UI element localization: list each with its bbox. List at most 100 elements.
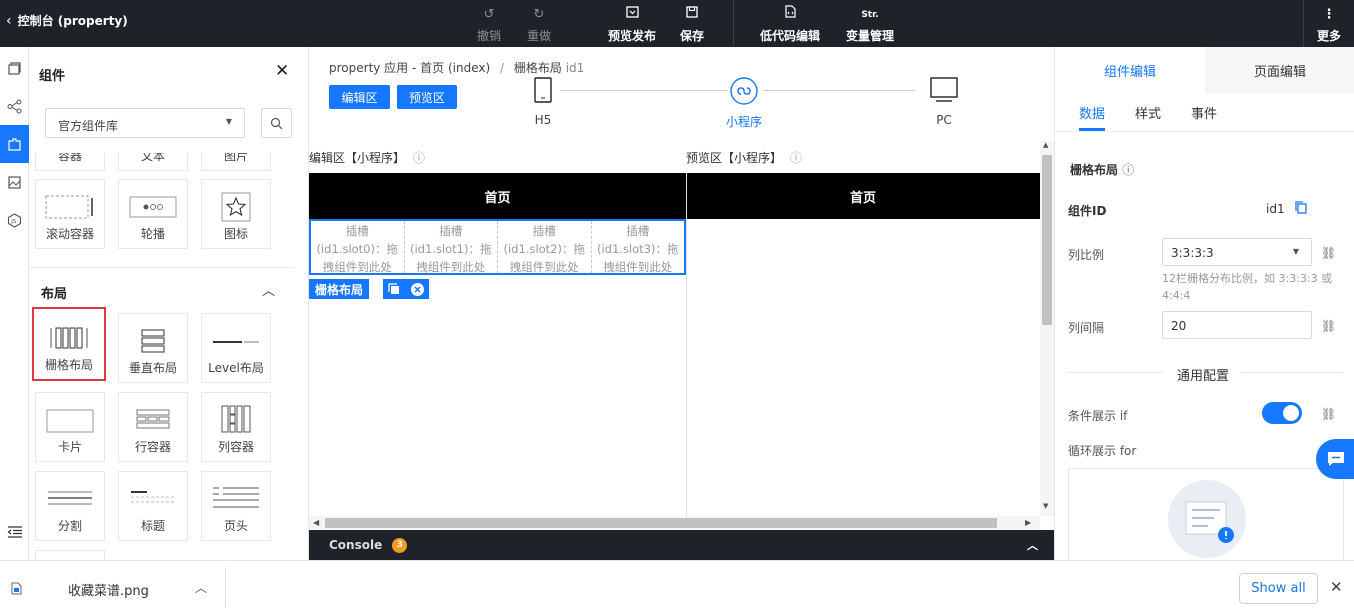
js-code-icon[interactable]: JS (0, 201, 29, 239)
component-label: 图标 (223, 227, 248, 241)
info-icon[interactable]: ⓘ (413, 151, 425, 165)
image-icon[interactable] (0, 163, 29, 201)
subtab-indicator (1079, 128, 1105, 131)
scroll-down-icon[interactable]: ▼ (1043, 502, 1048, 510)
row-container-icon (119, 409, 187, 429)
close-icon[interactable]: ✕ (1330, 578, 1343, 596)
scroll-up-icon[interactable]: ▲ (1043, 141, 1048, 149)
edit-area-header: 编辑区【小程序】 ⓘ (309, 149, 425, 166)
library-select[interactable]: 官方组件库 ▼ (45, 108, 245, 138)
lowcode-edit-button[interactable]: 低代码编辑 (757, 2, 823, 44)
component-card[interactable]: 卡片 (35, 392, 105, 462)
back-button[interactable]: ‹ 控制台 (property) (6, 12, 128, 29)
more-button[interactable]: ⋮ 更多 (1315, 2, 1343, 44)
component-icon[interactable]: 图标 (201, 179, 271, 249)
link-icon[interactable]: ⛓ (1321, 407, 1336, 421)
chevron-up-icon[interactable]: ︿ (1027, 537, 1038, 553)
scroll-right-icon[interactable]: ▶ (1025, 518, 1031, 527)
tree-icon[interactable] (0, 87, 29, 125)
canvas-horizontal-scrollbar[interactable]: ◀ ▶ (309, 516, 1040, 530)
device-miniprogram[interactable]: 小程序 (724, 77, 764, 130)
slot-line: 插槽 (345, 224, 369, 238)
scroll-thumb[interactable] (1042, 155, 1052, 325)
chat-help-button[interactable] (1316, 439, 1354, 479)
grid-layout-selected[interactable]: 插槽 (id1.slot0)：拖 拽组件到此处 插槽 (id1.slot1)：拖… (309, 219, 686, 275)
component-carousel[interactable]: 轮播 (118, 179, 188, 249)
component-container[interactable]: 容器 (35, 153, 105, 171)
save-button[interactable]: 保存 (678, 2, 706, 44)
download-file-name[interactable]: 收藏菜谱.png (68, 580, 149, 599)
grid-slot[interactable]: 插槽 (id1.slot1)：拖 拽组件到此处 (405, 221, 498, 274)
delete-icon[interactable] (410, 282, 425, 297)
preview-area-header: 预览区【小程序】 ⓘ (686, 149, 802, 166)
grid-slot[interactable]: 插槽 (id1.slot2)：拖 拽组件到此处 (498, 221, 592, 274)
preview-area-button[interactable]: 预览区 (397, 85, 457, 109)
scroll-container-icon (36, 194, 104, 220)
editor-canvas: property 应用 - 首页 (index) / 栅格布局 id1 编辑区 … (309, 47, 1054, 560)
device-pc[interactable]: PC (929, 77, 959, 127)
component-scroll-container[interactable]: 滚动容器 (35, 179, 105, 249)
link-icon[interactable]: ⛓ (1321, 319, 1336, 333)
info-icon[interactable]: ⓘ (790, 151, 802, 165)
variable-manage-button[interactable]: Str. 变量管理 (843, 2, 897, 44)
component-label: 行容器 (134, 440, 171, 454)
scroll-left-icon[interactable]: ◀ (313, 518, 319, 527)
component-vertical-layout[interactable]: 垂直布局 (118, 313, 188, 383)
canvas-vertical-scrollbar[interactable]: ▲ ▼ (1040, 141, 1054, 516)
component-id-value: id1 (1266, 202, 1285, 216)
component-card-partial[interactable] (35, 550, 105, 560)
level-layout-icon (202, 340, 270, 344)
ratio-select[interactable]: 3:3:3:3 ▼ (1162, 238, 1312, 266)
edit-area-button[interactable]: 编辑区 (329, 85, 390, 109)
gap-input[interactable]: 20 (1162, 311, 1312, 339)
collapse-panel-icon[interactable] (0, 517, 29, 547)
tab-page-edit[interactable]: 页面编辑 (1205, 47, 1354, 93)
copy-icon[interactable] (387, 282, 401, 296)
info-icon[interactable]: ⓘ (1122, 163, 1134, 177)
component-page-header[interactable]: 页头 (201, 471, 271, 541)
components-icon[interactable] (0, 125, 29, 163)
copy-icon[interactable] (1295, 201, 1307, 217)
subtab-event[interactable]: 事件 (1191, 103, 1217, 122)
code-file-icon (784, 5, 796, 23)
svg-text:JS: JS (10, 219, 17, 225)
close-icon[interactable]: ✕ (275, 61, 289, 81)
grid-slot[interactable]: 插槽 (id1.slot0)：拖 拽组件到此处 (311, 221, 405, 274)
loop-label: 循环展示 for (1068, 444, 1137, 458)
search-button[interactable] (261, 108, 292, 138)
component-column-container[interactable]: 列容器 (201, 392, 271, 462)
component-grid-layout[interactable]: 栅格布局 (32, 307, 106, 381)
component-label: 容器 (57, 153, 82, 163)
component-divider[interactable]: 分割 (35, 471, 105, 541)
link-icon[interactable]: ⛓ (1321, 246, 1336, 260)
breadcrumb-app[interactable]: property 应用 - 首页 (index) (329, 61, 490, 75)
card-icon (36, 409, 104, 433)
component-title[interactable]: 标题 (118, 471, 188, 541)
component-level-layout[interactable]: Level布局 (201, 313, 271, 383)
breadcrumb-component[interactable]: 栅格布局 (514, 61, 562, 75)
component-row-container[interactable]: 行容器 (118, 392, 188, 462)
device-h5[interactable]: H5 (529, 77, 557, 127)
chevron-up-icon[interactable]: ︿ (195, 579, 207, 596)
slot-line: (id1.slot0)：拖 (316, 242, 399, 256)
pages-icon[interactable] (0, 49, 29, 87)
component-label: 滚动容器 (45, 227, 94, 241)
subtab-style[interactable]: 样式 (1135, 103, 1161, 122)
preview-publish-label: 预览发布 (607, 29, 656, 43)
condition-toggle[interactable] (1262, 402, 1302, 424)
selected-component-tag: 栅格布局 (309, 279, 370, 299)
component-label: 卡片 (57, 440, 82, 454)
vertical-layout-icon (119, 328, 187, 354)
subtab-data[interactable]: 数据 (1079, 103, 1105, 122)
preview-publish-button[interactable]: 预览发布 (606, 2, 658, 44)
redo-button[interactable]: ↻ 重做 (524, 2, 554, 44)
console-bar[interactable]: Console 3 ︿ (309, 530, 1054, 560)
component-image[interactable]: 图片 (201, 153, 271, 171)
undo-button[interactable]: ↺ 撤销 (474, 2, 504, 44)
grid-slot[interactable]: 插槽 (id1.slot3)：拖 拽组件到此处 (592, 221, 685, 274)
tab-component-edit[interactable]: 组件编辑 (1055, 47, 1205, 93)
scroll-thumb[interactable] (325, 518, 997, 528)
chevron-up-icon[interactable]: ︿ (262, 280, 275, 299)
show-all-button[interactable]: Show all (1239, 573, 1318, 604)
component-text[interactable]: 文本 (118, 153, 188, 171)
